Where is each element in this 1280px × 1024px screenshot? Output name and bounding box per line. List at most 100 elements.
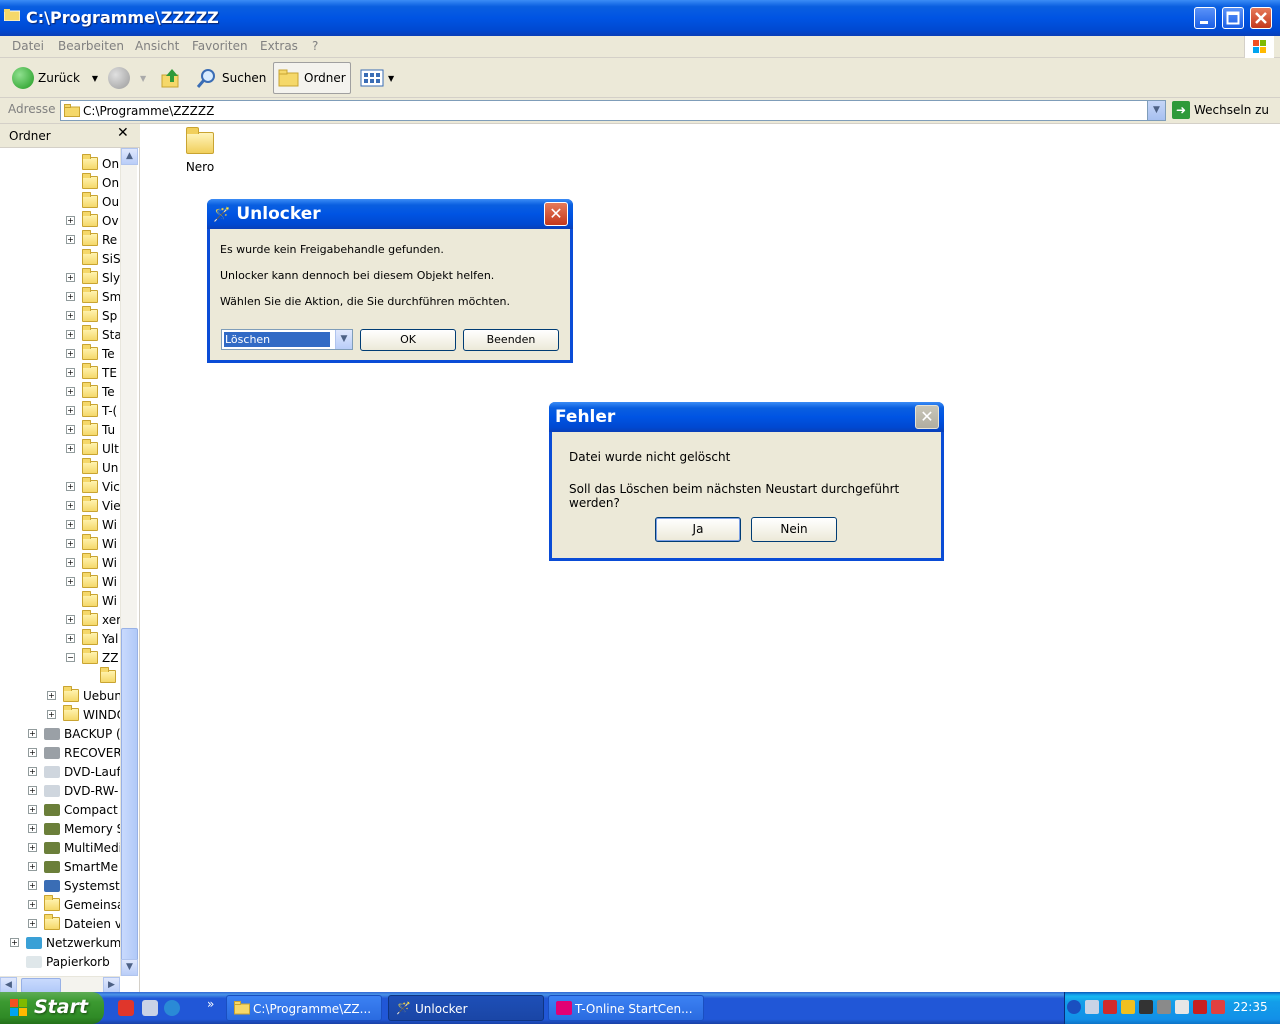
quicklaunch-app-icon[interactable] (142, 1000, 158, 1016)
tree-item[interactable]: + Sp (66, 306, 117, 325)
expand-icon[interactable]: + (66, 330, 75, 339)
tree-item[interactable]: SiS (66, 249, 120, 268)
folder-pane-vscrollbar[interactable]: ▲ ▼ (120, 148, 138, 976)
expand-icon[interactable]: + (28, 862, 37, 871)
scroll-down-icon[interactable]: ▼ (121, 959, 138, 976)
menu-help[interactable]: ? (312, 39, 318, 53)
expand-icon[interactable]: + (66, 406, 75, 415)
tree-item[interactable]: + SmartMe (28, 857, 118, 876)
tree-item[interactable]: + RECOVER (28, 743, 120, 762)
expand-icon[interactable]: + (66, 444, 75, 453)
back-dropdown-icon[interactable]: ▼ (92, 74, 98, 83)
tray-antivirus-icon[interactable] (1193, 1000, 1207, 1014)
tree-item[interactable]: + Vie (66, 496, 120, 515)
expand-icon[interactable]: + (66, 216, 75, 225)
up-folder-button[interactable] (160, 62, 182, 94)
error-titlebar[interactable]: Fehler (549, 402, 944, 432)
task-explorer[interactable]: C:\Programme\ZZ... (226, 995, 382, 1021)
tree-item[interactable]: + Te (66, 382, 115, 401)
scroll-up-icon[interactable]: ▲ (121, 148, 138, 165)
expand-icon[interactable]: + (10, 938, 19, 947)
expand-icon[interactable]: + (66, 273, 75, 282)
quicklaunch-more-icon[interactable]: » (207, 997, 214, 1011)
tree-item[interactable]: + Wi (66, 534, 117, 553)
quicklaunch-app-icon[interactable] (118, 1000, 134, 1016)
tree-item[interactable]: + Sm (66, 287, 120, 306)
tray-app-icon[interactable] (1211, 1000, 1225, 1014)
tree-item[interactable]: + WINDO (47, 705, 120, 724)
tree-item[interactable]: + DVD-Lauf (28, 762, 120, 781)
expand-icon[interactable]: + (28, 729, 37, 738)
no-button[interactable]: Nein (751, 517, 837, 542)
forward-button[interactable]: ▼ (108, 62, 146, 94)
tree-item[interactable]: + DVD-RW- (28, 781, 118, 800)
expand-icon[interactable]: + (66, 235, 75, 244)
maximize-button[interactable] (1222, 7, 1244, 29)
start-button[interactable]: Start (0, 992, 104, 1024)
views-button[interactable]: ▼ (360, 62, 394, 94)
tree-item[interactable]: Ou (66, 192, 119, 211)
expand-icon[interactable]: + (66, 482, 75, 491)
folders-button[interactable]: Ordner (273, 62, 351, 94)
ok-button[interactable]: OK (360, 329, 456, 351)
expand-icon[interactable]: + (66, 292, 75, 301)
expand-icon[interactable]: + (28, 900, 37, 909)
tree-item[interactable]: + Ov (66, 211, 119, 230)
go-button[interactable]: ➜ Wechseln zu (1172, 101, 1269, 119)
tree-item[interactable]: + Netzwerkumg (10, 933, 120, 952)
expand-icon[interactable]: + (47, 691, 56, 700)
task-unlocker[interactable]: 🪄 Unlocker (388, 995, 544, 1021)
menu-ansicht[interactable]: Ansicht (135, 39, 179, 53)
action-select[interactable]: Löschen ▼ (221, 329, 353, 350)
expand-icon[interactable]: + (66, 368, 75, 377)
expand-icon[interactable]: + (28, 767, 37, 776)
expand-icon[interactable]: + (47, 710, 56, 719)
tree-item[interactable]: − ZZ (66, 648, 118, 667)
scroll-thumb[interactable] (21, 978, 61, 993)
tray-monitor-icon[interactable] (1175, 1000, 1189, 1014)
tree-item[interactable]: + Vic (66, 477, 120, 496)
tree-item[interactable]: + Yal (66, 629, 118, 648)
expand-icon[interactable]: + (66, 539, 75, 548)
expand-icon[interactable]: + (66, 634, 75, 643)
menu-datei[interactable]: Datei (12, 39, 44, 53)
tree-item[interactable]: + Re (66, 230, 117, 249)
scroll-thumb[interactable] (121, 628, 138, 968)
task-t-online[interactable]: T-Online StartCen... (548, 995, 704, 1021)
expand-icon[interactable]: + (66, 558, 75, 567)
expand-icon[interactable]: + (66, 387, 75, 396)
close-icon[interactable]: ✕ (117, 125, 129, 141)
tray-network-icon[interactable] (1085, 1000, 1099, 1014)
expand-icon[interactable]: + (66, 349, 75, 358)
tree-item[interactable]: + TE (66, 363, 117, 382)
tree-item[interactable]: + Ult (66, 439, 119, 458)
tree-item[interactable]: + Wi (66, 553, 117, 572)
expand-icon[interactable]: + (66, 520, 75, 529)
forward-dropdown-icon[interactable]: ▼ (140, 74, 146, 83)
tree-item[interactable]: + Compact (28, 800, 118, 819)
back-button[interactable]: Zurück ▼ (12, 62, 98, 94)
expand-icon[interactable]: + (28, 748, 37, 757)
expand-icon[interactable]: + (28, 805, 37, 814)
tree-item[interactable]: + Gemeinsa (28, 895, 120, 914)
tree-item[interactable]: + Te (66, 344, 115, 363)
tree-item[interactable]: + MultiMedi (28, 838, 120, 857)
address-dropdown-icon[interactable]: ▼ (1147, 101, 1165, 120)
unlocker-titlebar[interactable]: 🪄 Unlocker (207, 199, 573, 229)
close-button[interactable] (1250, 7, 1272, 29)
tree-item[interactable]: + Sta (66, 325, 120, 344)
expand-icon[interactable]: + (66, 425, 75, 434)
tray-device-icon[interactable] (1139, 1000, 1153, 1014)
tray-expand-icon[interactable] (1067, 1000, 1081, 1014)
address-input[interactable]: C:\Programme\ZZZZZ ▼ (60, 100, 1166, 121)
tree-item[interactable]: + Tu (66, 420, 115, 439)
tray-shield-icon[interactable] (1103, 1000, 1117, 1014)
expand-icon[interactable]: + (66, 311, 75, 320)
tree-item[interactable]: On (66, 154, 119, 173)
tray-warning-icon[interactable] (1121, 1000, 1135, 1014)
tree-item[interactable]: + Sly (66, 268, 120, 287)
expand-icon[interactable]: + (66, 501, 75, 510)
folder-item[interactable]: Nero (183, 127, 217, 174)
tree-item[interactable]: Wi (66, 591, 117, 610)
yes-button[interactable]: Ja (655, 517, 741, 542)
